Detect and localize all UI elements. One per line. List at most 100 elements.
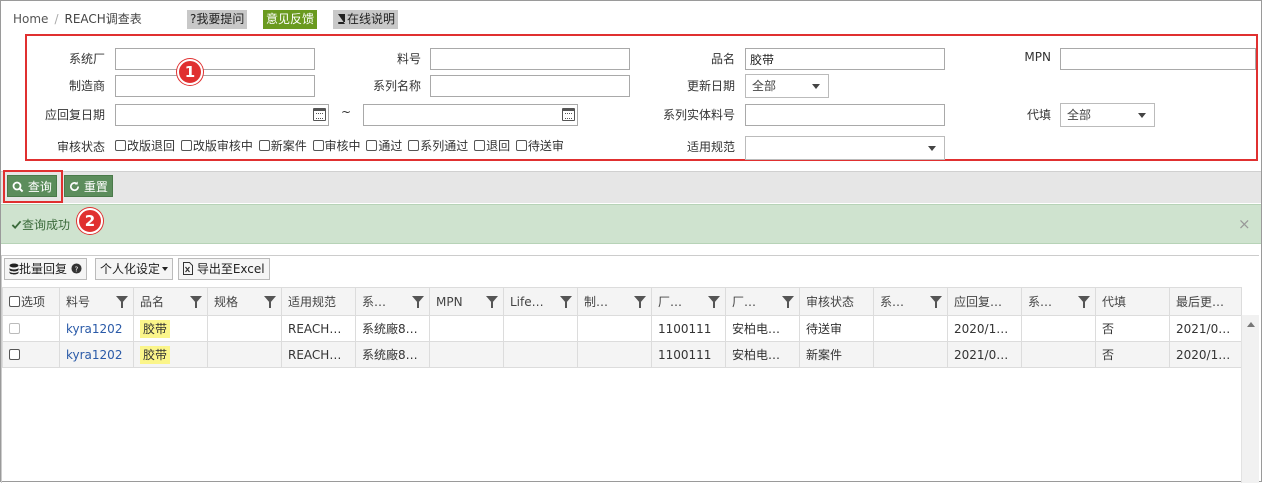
reply-date-to-input[interactable] [363, 104, 578, 126]
table-cell: 2021/0… [947, 341, 1022, 368]
reply-date-from-input[interactable] [115, 104, 329, 126]
checkbox-box[interactable] [258, 140, 270, 151]
series-name-input[interactable] [430, 75, 630, 97]
column-header[interactable]: 料号 [59, 287, 134, 316]
filter-icon[interactable] [560, 296, 572, 308]
status-checkbox[interactable]: 系列通过 [408, 137, 468, 154]
vertical-scrollbar[interactable] [1241, 315, 1259, 483]
filter-icon[interactable] [634, 296, 646, 308]
status-checkbox[interactable]: 新案件 [258, 137, 307, 154]
column-header[interactable]: 选项 [2, 287, 60, 316]
checkbox-box[interactable] [180, 140, 192, 151]
status-checkbox[interactable]: 审核中 [312, 137, 361, 154]
series-entity-input[interactable] [745, 104, 945, 126]
part-no-input[interactable] [430, 48, 630, 70]
feedback-button[interactable]: 意见反馈 [263, 10, 318, 29]
table-cell: 2020/1… [947, 315, 1022, 342]
factory-input[interactable] [115, 48, 315, 70]
refresh-icon [70, 181, 79, 192]
column-header[interactable]: Life… [503, 287, 578, 316]
table-row[interactable]: kyra1202 胶带 REACH… 系统廠8… 1100111 安柏电… 待送… [2, 315, 1242, 342]
reset-button[interactable]: 重置 [64, 175, 113, 197]
column-title: Life… [510, 294, 544, 309]
part-no-link[interactable]: kyra1202 [59, 315, 134, 342]
column-header[interactable]: 审核状态 [799, 287, 874, 316]
checkbox-box[interactable] [515, 140, 527, 151]
personalize-dropdown[interactable]: 个人化设定 [95, 258, 174, 280]
column-header[interactable]: MPN [429, 287, 504, 316]
row-select-cell[interactable] [2, 341, 60, 368]
scroll-up-icon[interactable] [1247, 322, 1255, 327]
checkbox-box[interactable] [115, 140, 126, 151]
online-help-button[interactable]: 在线说明 [333, 10, 399, 29]
table-cell: 系统廠8… [355, 315, 430, 342]
column-title: 系… [880, 295, 905, 309]
column-title: 制… [584, 295, 609, 309]
column-header[interactable]: 代填 [1095, 287, 1170, 316]
status-checkbox[interactable]: 改版审核中 [180, 137, 253, 154]
column-title: 品名 [140, 295, 165, 309]
column-title: 系… [1028, 295, 1053, 309]
batch-reply-label: 批量回复 [19, 262, 68, 276]
factory-label: 系统厂 [68, 52, 105, 66]
column-title: 适用规范 [288, 295, 337, 309]
filter-icon[interactable] [486, 296, 498, 308]
row-select-cell[interactable] [2, 315, 60, 342]
calendar-icon[interactable] [562, 108, 575, 121]
filter-icon[interactable] [1078, 296, 1090, 308]
table-cell: 否 [1095, 315, 1170, 342]
manufacturer-input[interactable] [115, 75, 315, 97]
export-excel-button[interactable]: 导出至Excel [178, 258, 270, 280]
column-header[interactable]: 应回复… [947, 287, 1022, 316]
column-header[interactable]: 规格 [207, 287, 282, 316]
filter-icon[interactable] [930, 296, 942, 308]
filter-icon[interactable] [264, 296, 276, 308]
calendar-icon[interactable] [313, 108, 326, 121]
table-row[interactable]: kyra1202 胶带 REACH… 系统廠8… 1100111 安柏电… 新案… [2, 341, 1242, 368]
checkbox-box[interactable] [408, 140, 420, 151]
column-header[interactable]: 系… [355, 287, 430, 316]
reset-label: 重置 [83, 180, 108, 194]
batch-reply-button[interactable]: 批量回复 ? [4, 258, 87, 280]
update-date-select[interactable]: 全部 [745, 74, 829, 98]
checkbox-box[interactable] [474, 140, 486, 151]
table-cell [207, 315, 282, 342]
reply-date-from[interactable] [115, 104, 329, 126]
column-header[interactable]: 系… [873, 287, 948, 316]
proxy-select[interactable]: 全部 [1060, 103, 1155, 127]
product-input[interactable] [745, 48, 945, 70]
column-header[interactable]: 厂… [651, 287, 726, 316]
column-header[interactable]: 适用规范 [281, 287, 356, 316]
status-checkbox[interactable]: 待送审 [515, 137, 564, 154]
column-header[interactable]: 品名 [133, 287, 208, 316]
step-marker-1: 1 [177, 59, 203, 85]
checkbox-box[interactable] [366, 140, 378, 151]
status-checkbox[interactable]: 改版退回 [115, 137, 175, 154]
filter-icon[interactable] [190, 296, 202, 308]
reply-date-to[interactable] [363, 104, 578, 126]
row-checkbox[interactable] [9, 348, 20, 360]
column-header[interactable]: 厂… [725, 287, 800, 316]
filter-icon[interactable] [116, 296, 128, 308]
column-header[interactable]: 系… [1021, 287, 1096, 316]
part-no-link[interactable]: kyra1202 [59, 341, 134, 368]
status-checkbox[interactable]: 通过 [366, 137, 402, 154]
status-checkbox[interactable]: 退回 [474, 137, 510, 154]
breadcrumb-home[interactable]: Home [13, 12, 48, 26]
checkbox-box[interactable] [312, 140, 324, 151]
close-icon[interactable]: × [1238, 215, 1251, 233]
standard-select[interactable] [745, 136, 945, 160]
column-title: 选项 [21, 295, 46, 309]
ask-question-button[interactable]: ?我要提问 [187, 10, 248, 29]
select-all-checkbox[interactable] [9, 296, 20, 307]
success-alert [1, 204, 1261, 244]
query-button[interactable]: 查询 [7, 175, 57, 197]
filter-icon[interactable] [412, 296, 424, 308]
column-header[interactable]: 制… [577, 287, 652, 316]
mpn-input[interactable] [1060, 48, 1256, 70]
column-header[interactable]: 最后更… [1169, 287, 1242, 316]
row-checkbox[interactable] [9, 322, 20, 334]
reply-date-label: 应回复日期 [44, 108, 105, 122]
filter-icon[interactable] [708, 296, 720, 308]
filter-icon[interactable] [782, 296, 794, 308]
